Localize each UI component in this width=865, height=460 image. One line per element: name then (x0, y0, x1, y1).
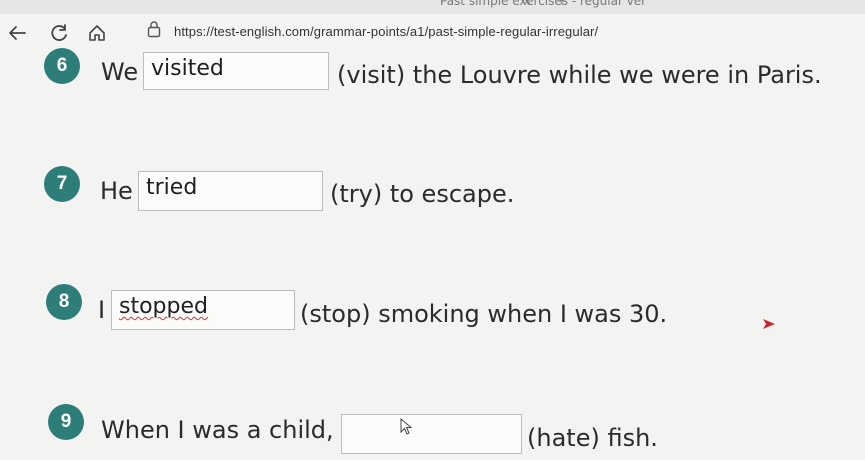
new-tab-icon[interactable]: + (556, 0, 568, 8)
sentence-end: (stop) smoking when I was 30. (300, 300, 668, 328)
sentence-end: (try) to escape. (330, 180, 515, 208)
answer-value: tried (146, 175, 198, 200)
sentence-end: (visit) the Louvre while we were in Pari… (337, 61, 822, 89)
answer-input[interactable]: visited (143, 52, 329, 90)
sentence-start: He (100, 177, 133, 205)
answer-input[interactable] (341, 414, 522, 454)
address-bar-url[interactable]: https://test-english.com/grammar-points/… (174, 24, 598, 39)
question-number-badge: 6 (44, 48, 80, 84)
question-number-badge: 9 (48, 404, 84, 440)
answer-input[interactable]: stopped (111, 290, 295, 330)
answer-value: stopped (119, 294, 208, 319)
back-arrow-icon[interactable] (6, 22, 28, 44)
browser-toolbar: https://test-english.com/grammar-points/… (0, 14, 865, 50)
home-icon[interactable] (86, 22, 108, 44)
sentence-start: I (98, 296, 106, 324)
exercise-list: 6 We visited (visit) the Louvre while we… (0, 48, 865, 460)
answer-value: visited (151, 56, 224, 81)
tab-title[interactable]: Past simple exercises - regular ver (440, 0, 646, 8)
sentence-start: We (101, 58, 139, 86)
question-number-badge: 8 (46, 284, 82, 320)
question-number-badge: 7 (44, 166, 80, 202)
answer-input[interactable]: tried (138, 171, 323, 211)
tab-close-icon[interactable]: × (522, 0, 532, 8)
sentence-start: When I was a child, I (101, 416, 349, 444)
red-arrow-icon (763, 319, 775, 329)
tab-strip: Past simple exercises - regular ver × + (0, 0, 865, 14)
mouse-pointer-icon (400, 418, 413, 435)
lock-icon[interactable] (146, 20, 162, 38)
sentence-end: (hate) fish. (527, 424, 658, 452)
reload-icon[interactable] (48, 22, 70, 44)
